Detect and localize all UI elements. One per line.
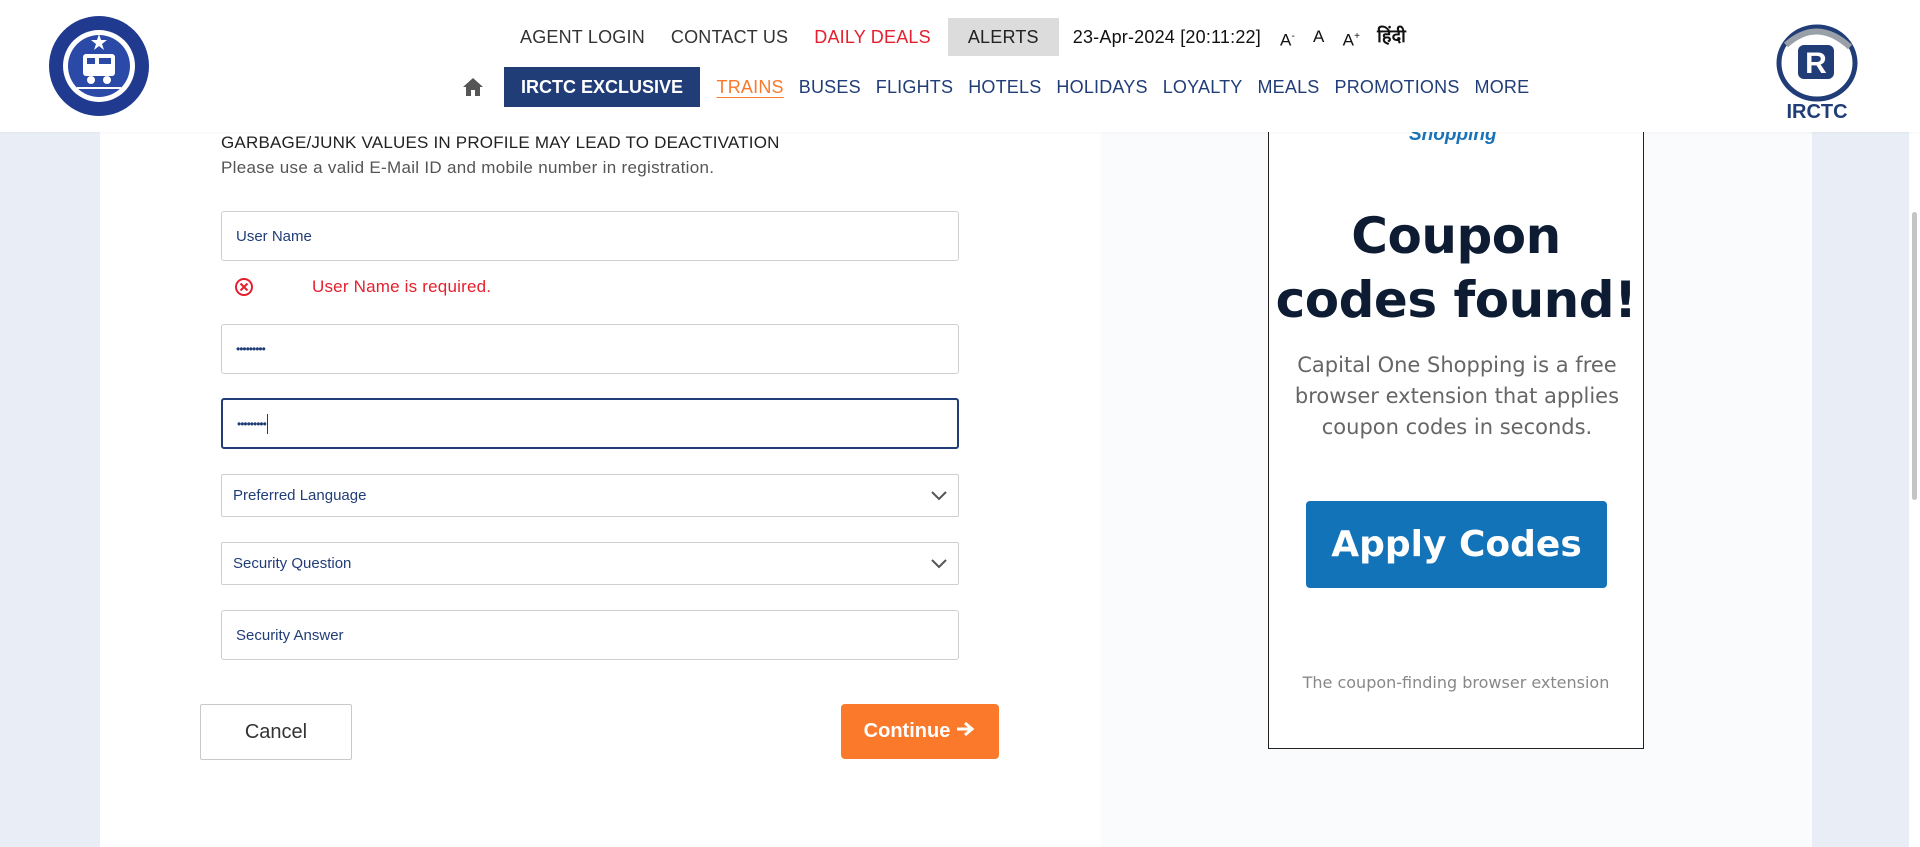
font-increase-button[interactable]: A+: [1334, 20, 1370, 54]
error-icon: [235, 278, 253, 296]
text-caret: [266, 413, 268, 434]
ad-description: Capital One Shopping is a free browser e…: [1294, 353, 1620, 439]
cancel-button[interactable]: Cancel: [200, 704, 352, 760]
username-placeholder: User Name: [236, 227, 312, 245]
scrollbar-thumb[interactable]: [1912, 212, 1917, 500]
nav-item-trains[interactable]: TRAINS: [709, 77, 791, 98]
svg-text:IRCTC: IRCTC: [1786, 101, 1847, 123]
font-normal-button[interactable]: A: [1304, 20, 1334, 54]
nav-item-loyalty[interactable]: LOYALTY: [1155, 77, 1250, 98]
security-question-value: Security Question: [233, 555, 352, 572]
ad-headline: Coupon codes found!: [1275, 207, 1637, 329]
nav-item-promotions[interactable]: PROMOTIONS: [1327, 77, 1467, 98]
security-answer-field[interactable]: Security Answer: [221, 610, 959, 660]
daily-deals-link[interactable]: DAILY DEALS: [801, 20, 944, 54]
confirm-password-field[interactable]: •••••••••: [221, 398, 959, 449]
site-header: AGENT LOGIN CONTACT US DAILY DEALS ALERT…: [0, 0, 1920, 132]
password-value: •••••••••: [236, 342, 266, 356]
hindi-language-link[interactable]: हिंदी: [1369, 20, 1414, 54]
font-decrease-button[interactable]: A-: [1271, 20, 1304, 54]
ad-footer: The coupon-finding browser extension: [1302, 673, 1610, 692]
arrow-right-icon: [956, 720, 976, 743]
contact-us-link[interactable]: CONTACT US: [658, 20, 801, 54]
security-question-select[interactable]: Security Question: [221, 542, 959, 585]
warning-title: GARBAGE/JUNK VALUES IN PROFILE MAY LEAD …: [221, 133, 780, 152]
username-error: [233, 272, 255, 302]
alerts-button[interactable]: ALERTS: [947, 18, 1059, 56]
indian-railways-logo[interactable]: [47, 14, 151, 118]
apply-codes-button[interactable]: Apply Codes: [1306, 501, 1607, 588]
nav-item-holidays[interactable]: HOLIDAYS: [1049, 77, 1155, 98]
main-nav: IRCTC EXCLUSIVE TRAINS BUSES FLIGHTS HOT…: [460, 67, 1537, 107]
nav-item-hotels[interactable]: HOTELS: [961, 77, 1049, 98]
chevron-down-icon: [931, 490, 947, 500]
preferred-language-value: Preferred Language: [233, 487, 367, 504]
warning-subtitle: Please use a valid E-Mail ID and mobile …: [221, 158, 715, 177]
username-field[interactable]: User Name: [221, 211, 959, 261]
current-datetime: 23-Apr-2024 [20:11:22]: [1072, 27, 1261, 47]
svg-text:R: R: [1805, 47, 1827, 80]
chevron-down-icon: [931, 558, 947, 568]
password-field[interactable]: •••••••••: [221, 324, 959, 374]
continue-button[interactable]: Continue: [841, 704, 999, 759]
security-answer-placeholder: Security Answer: [236, 626, 344, 644]
confirm-password-value: •••••••••: [237, 416, 267, 431]
nav-item-meals[interactable]: MEALS: [1250, 77, 1327, 98]
irctc-logo[interactable]: R IRCTC: [1772, 15, 1862, 123]
nav-item-buses[interactable]: BUSES: [791, 77, 868, 98]
username-error-text: User Name is required.: [312, 277, 492, 296]
irctc-exclusive-button[interactable]: IRCTC EXCLUSIVE: [504, 67, 701, 107]
coupon-ad[interactable]: Shopping Coupon codes found! Capital One…: [1268, 124, 1644, 749]
preferred-language-select[interactable]: Preferred Language: [221, 474, 959, 517]
home-icon[interactable]: [460, 75, 486, 99]
nav-item-more[interactable]: MORE: [1467, 77, 1537, 98]
agent-login-link[interactable]: AGENT LOGIN: [507, 20, 658, 54]
top-nav: AGENT LOGIN CONTACT US DAILY DEALS ALERT…: [507, 18, 1414, 56]
nav-item-flights[interactable]: FLIGHTS: [868, 77, 960, 98]
